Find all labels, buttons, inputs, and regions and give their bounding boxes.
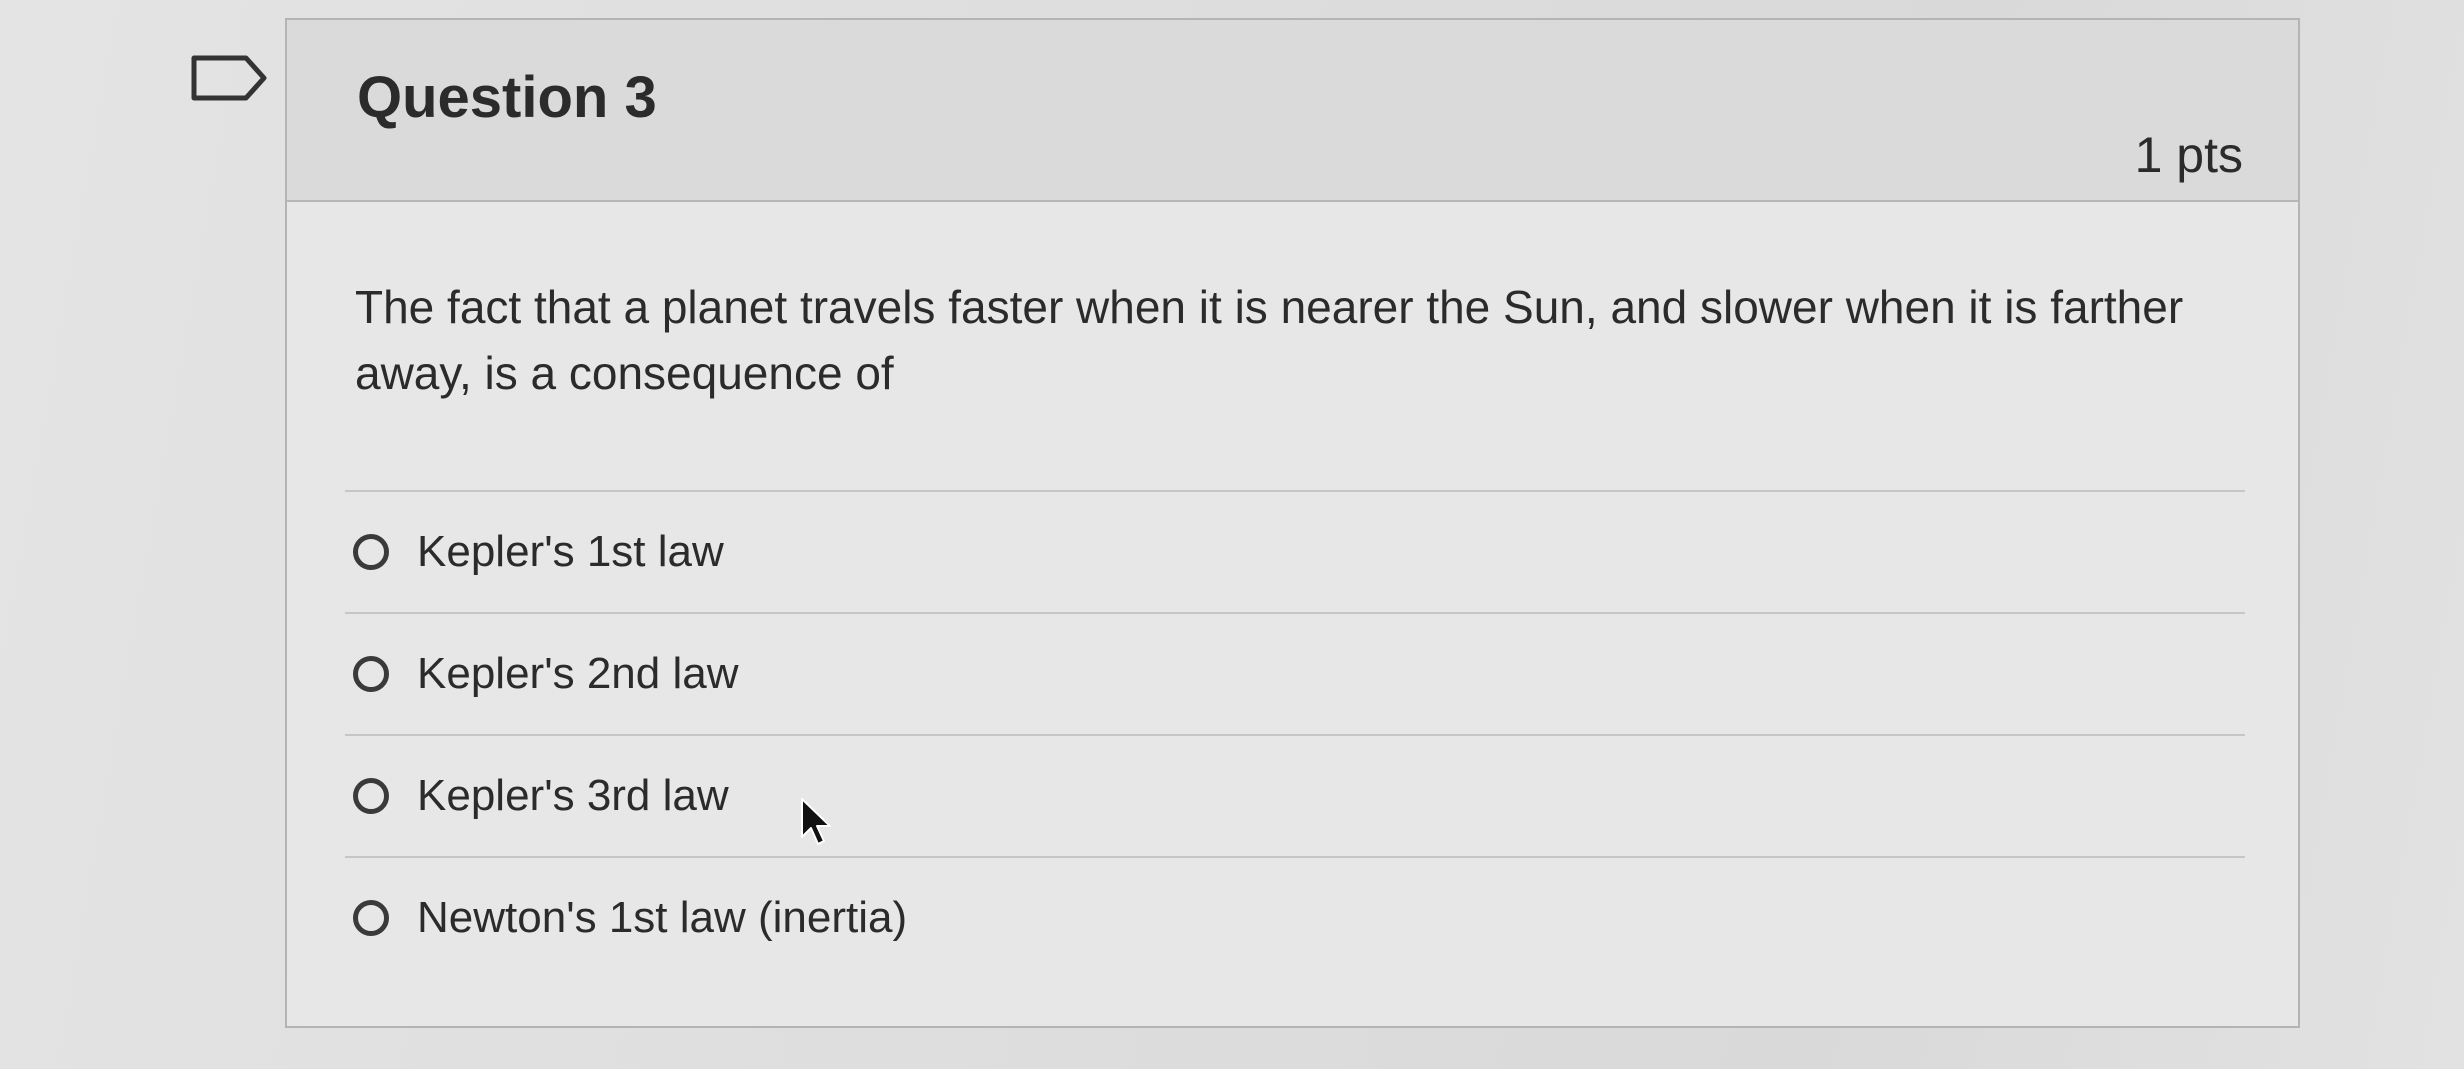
radio-unselected-icon[interactable] — [353, 900, 389, 936]
question-points: 1 pts — [2134, 127, 2243, 183]
answer-label: Kepler's 2nd law — [417, 649, 739, 698]
answer-label: Kepler's 3rd law — [417, 771, 729, 820]
answer-option-2[interactable]: Kepler's 2nd law — [345, 612, 2245, 734]
answer-option-1[interactable]: Kepler's 1st law — [345, 490, 2245, 612]
radio-unselected-icon[interactable] — [353, 534, 389, 570]
radio-unselected-icon[interactable] — [353, 656, 389, 692]
question-title: Question 3 — [357, 65, 657, 130]
flag-question-icon[interactable] — [190, 54, 270, 102]
radio-unselected-icon[interactable] — [353, 778, 389, 814]
answer-label: Newton's 1st law (inertia) — [417, 893, 908, 942]
question-card: Question 3 1 pts The fact that a planet … — [285, 18, 2300, 1028]
question-header: Question 3 1 pts — [287, 20, 2298, 202]
answer-label: Kepler's 1st law — [417, 527, 724, 576]
answer-list: Kepler's 1st law Kepler's 2nd law Kepler… — [345, 490, 2245, 978]
answer-option-3[interactable]: Kepler's 3rd law — [345, 734, 2245, 856]
answer-option-4[interactable]: Newton's 1st law (inertia) — [345, 856, 2245, 978]
question-text: The fact that a planet travels faster wh… — [355, 281, 2184, 399]
mouse-pointer-icon — [800, 797, 834, 847]
